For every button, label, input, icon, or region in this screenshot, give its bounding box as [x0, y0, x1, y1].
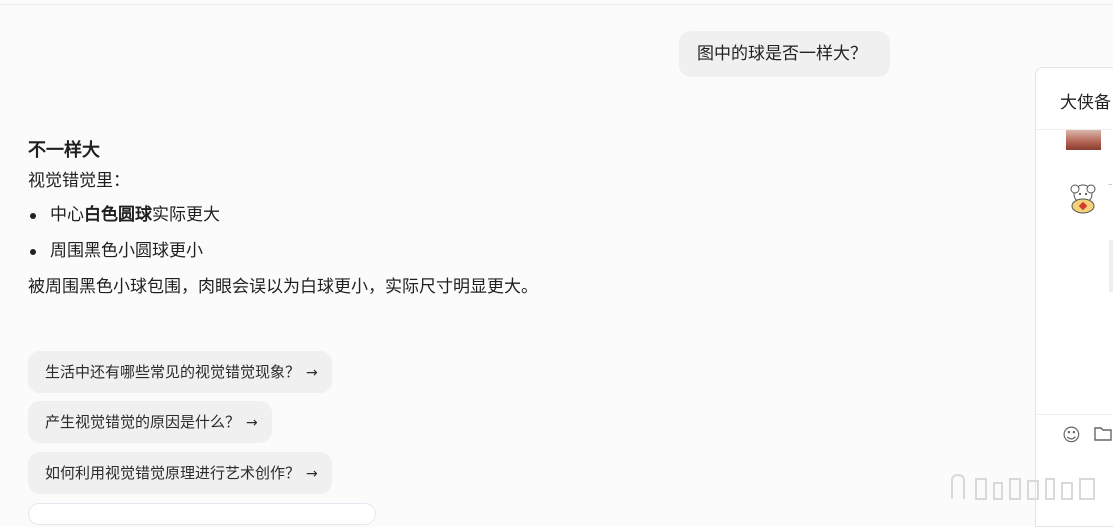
- bullet-bold-text: 白色圆球: [84, 205, 152, 225]
- input-box[interactable]: [28, 503, 376, 525]
- suggestion-button[interactable]: 生活中还有哪些常见的视觉错觉现象？ →: [28, 351, 332, 393]
- suggestion-label: 如何利用视觉错觉原理进行艺术创作？: [45, 464, 301, 482]
- panel-title: 大侠备: [1060, 93, 1111, 113]
- smiley-icon[interactable]: ☺: [1062, 425, 1081, 446]
- bullet-text: 周围黑色小圆球更小: [50, 241, 203, 261]
- bullet-item: 周围黑色小圆球更小: [28, 239, 748, 263]
- faint-mark: ｰ: [1108, 181, 1113, 191]
- folder-icon[interactable]: [1094, 425, 1112, 446]
- watermark-logo: [944, 469, 1106, 505]
- suggestion-button[interactable]: 如何利用视觉错觉原理进行艺术创作？ →: [28, 452, 332, 494]
- arrow-right-icon: →: [306, 365, 318, 381]
- bullet-item: 中心白色圆球实际更大: [28, 203, 748, 227]
- answer-subtitle: 视觉错觉里：: [28, 171, 130, 191]
- bullet-text: 中心: [50, 205, 84, 225]
- suggestion-label: 生活中还有哪些常见的视觉错觉现象？: [45, 363, 301, 381]
- sticker-icon: [1070, 184, 1096, 214]
- user-message-bubble: 图中的球是否一样大？: [679, 31, 890, 77]
- suggestion-button[interactable]: 产生视觉错觉的原因是什么？ →: [28, 401, 272, 443]
- arrow-right-icon: →: [246, 415, 258, 431]
- answer-title: 不一样大: [28, 140, 100, 161]
- answer-paragraph: 被周围黑色小球包围，肉眼会误以为白球更小，实际尺寸明显更大。: [28, 277, 538, 297]
- arrow-right-icon: →: [306, 466, 318, 482]
- top-divider: [0, 4, 1113, 5]
- sticker-image[interactable]: [1066, 181, 1101, 216]
- avatar[interactable]: [1066, 130, 1101, 150]
- assistant-answer: 不一样大 视觉错觉里： 中心白色圆球实际更大 周围黑色小圆球更小 被周围黑色小球…: [28, 139, 748, 299]
- suggestion-label: 产生视觉错觉的原因是什么？: [45, 413, 241, 431]
- toolbar-divider: [1036, 414, 1113, 415]
- bullet-text: 实际更大: [152, 205, 220, 225]
- chat-side-panel: 大侠备 ｰ ☺: [1035, 67, 1113, 527]
- answer-bullet-list: 中心白色圆球实际更大 周围黑色小圆球更小: [28, 203, 748, 263]
- scrollbar[interactable]: [1109, 240, 1113, 292]
